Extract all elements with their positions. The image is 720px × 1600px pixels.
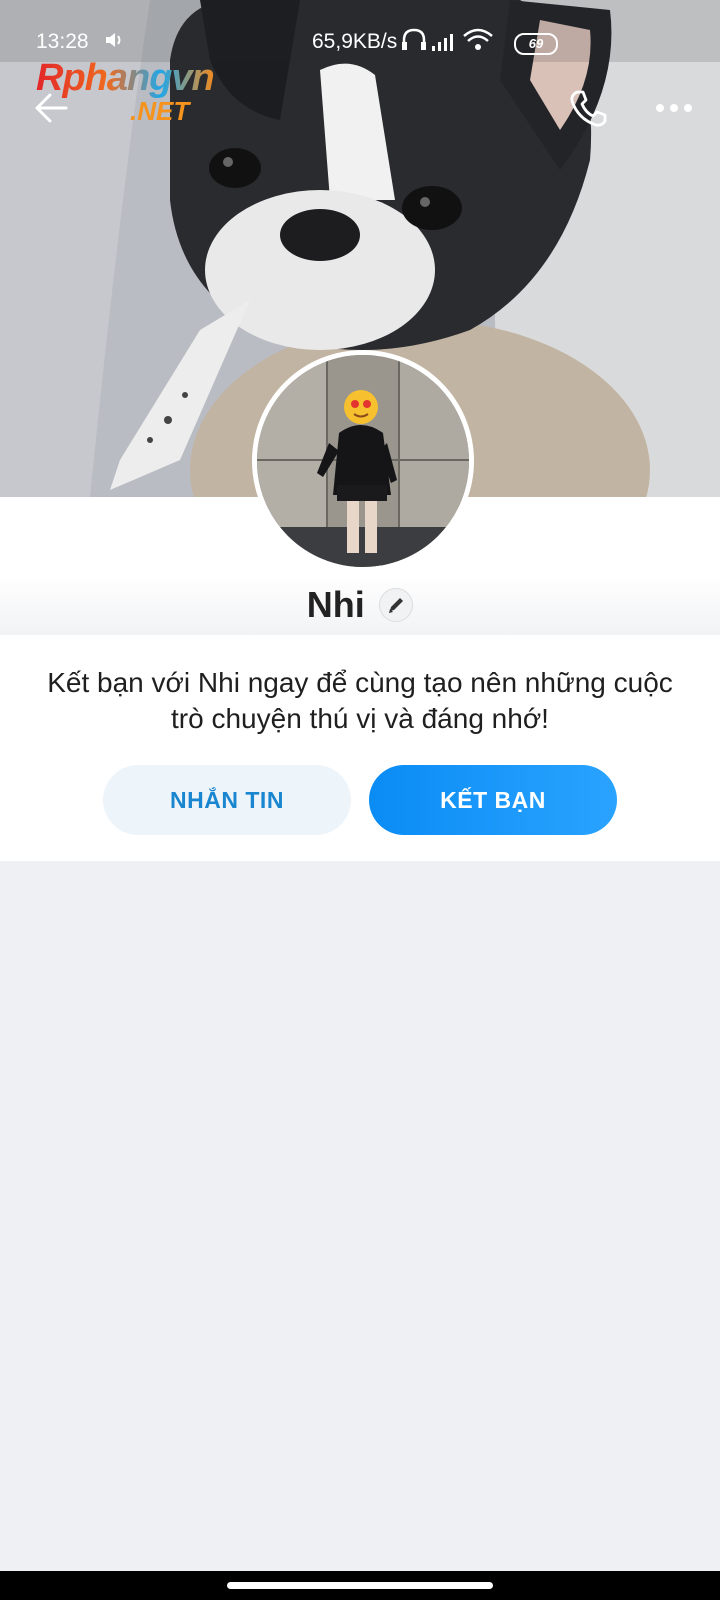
volume-icon — [104, 30, 126, 56]
back-button[interactable] — [30, 86, 74, 130]
invite-message: Kết bạn với Nhi ngay để cùng tạo nên nhữ… — [47, 667, 673, 734]
status-icons — [402, 26, 512, 62]
home-indicator[interactable] — [227, 1582, 493, 1589]
more-horizontal-icon — [656, 104, 692, 112]
network-speed: 65,9KB/s — [312, 30, 398, 53]
add-friend-button[interactable]: KẾT BẠN — [369, 765, 617, 835]
profile-screen: 13:28 65,9KB/s 69 Rphangvn .NET Nhi Kết … — [0, 0, 720, 1600]
message-button[interactable]: NHẮN TIN — [103, 765, 351, 835]
profile-name: Nhi — [306, 584, 365, 625]
avatar-image — [257, 355, 469, 567]
phone-icon — [570, 90, 607, 127]
status-time: 13:28 — [36, 30, 89, 53]
avatar[interactable] — [252, 350, 474, 572]
call-button[interactable] — [566, 86, 610, 130]
more-button[interactable] — [650, 88, 698, 128]
arrow-left-icon — [35, 93, 68, 123]
battery-indicator: 69 — [514, 33, 558, 55]
profile-name-row: Nhi — [0, 584, 720, 634]
status-bar: 13:28 65,9KB/s 69 — [0, 0, 720, 62]
pencil-icon[interactable] — [379, 588, 414, 622]
friend-invite-card: Kết bạn với Nhi ngay để cùng tạo nên nhữ… — [0, 635, 720, 861]
watermark-line2: .NET — [130, 96, 190, 126]
